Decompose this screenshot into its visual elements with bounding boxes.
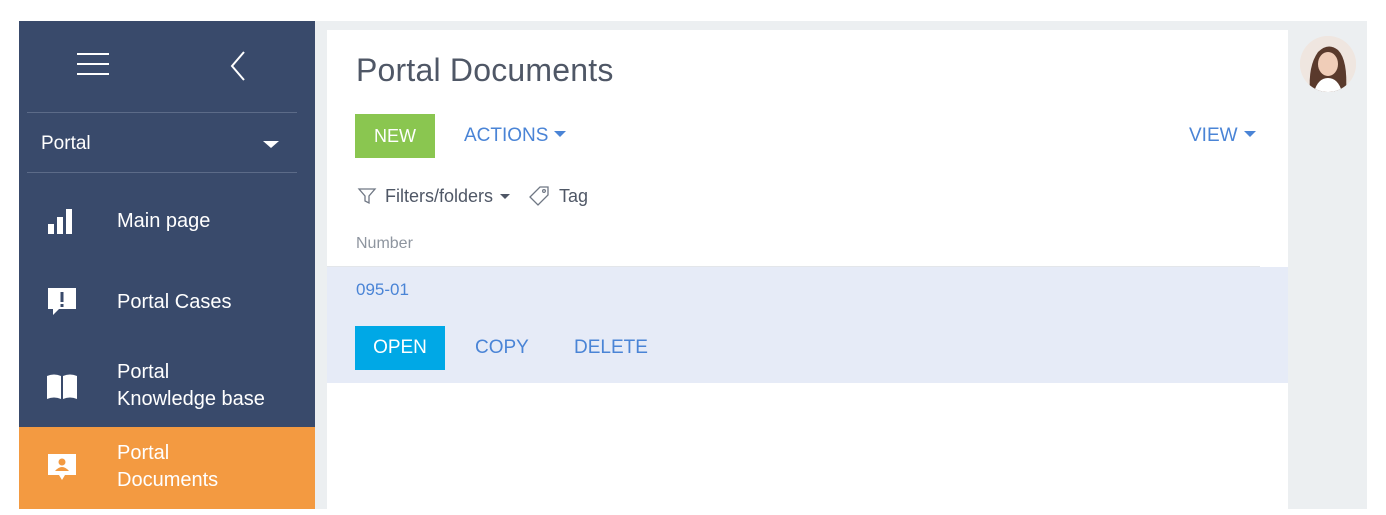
sidebar-item-portal-documents[interactable]: Portal Documents [19, 427, 315, 509]
delete-button[interactable]: DELETE [574, 337, 648, 359]
book-icon [45, 370, 79, 404]
chevron-down-icon [263, 141, 279, 148]
sidebar-item-label: Portal Knowledge base [117, 361, 265, 410]
workplace-label: Portal [41, 133, 91, 154]
sidebar-item-label: Portal Documents [117, 442, 219, 491]
workplace-selector[interactable]: Portal [19, 113, 315, 173]
chevron-down-icon [1243, 131, 1256, 138]
document-person-icon [45, 450, 79, 484]
avatar[interactable] [1300, 36, 1356, 92]
collapse-sidebar-icon[interactable] [224, 49, 252, 83]
document-number-link[interactable]: 095-01 [356, 280, 409, 300]
copy-button[interactable]: COPY [475, 337, 529, 359]
filter-bar: Filters/folders Tag [357, 182, 588, 210]
tag-icon [528, 185, 550, 207]
sidebar-item-main-page[interactable]: Main page [19, 182, 315, 262]
sidebar-header [19, 21, 315, 112]
menu-icon[interactable] [77, 51, 109, 77]
sidebar-item-label: Main page [117, 210, 211, 232]
filter-folder-icon [357, 186, 377, 206]
speech-exclamation-icon [45, 285, 79, 319]
sidebar-item-portal-cases[interactable]: Portal Cases [19, 263, 315, 343]
right-rail [1288, 21, 1367, 509]
bar-chart-icon [45, 204, 79, 238]
main-panel: Portal Documents NEW ACTIONS VIEW Filter… [327, 30, 1288, 509]
sidebar-item-label: Portal Cases [117, 291, 232, 313]
app-frame: Portal Main page Portal Cases Portal Kno… [19, 21, 1367, 509]
view-button[interactable]: VIEW [1189, 125, 1256, 147]
new-button[interactable]: NEW [355, 114, 435, 158]
filters-folders-button[interactable]: Filters/folders [357, 186, 511, 207]
sidebar: Portal Main page Portal Cases Portal Kno… [19, 21, 315, 509]
sidebar-divider [27, 172, 297, 173]
table-row[interactable]: 095-01 OPEN COPY DELETE [327, 267, 1288, 383]
column-header-number[interactable]: Number [356, 235, 413, 253]
actions-button[interactable]: ACTIONS [464, 125, 567, 147]
sidebar-item-portal-knowledge-base[interactable]: Portal Knowledge base [19, 346, 315, 426]
open-button[interactable]: OPEN [355, 326, 445, 370]
tag-button[interactable]: Tag [528, 185, 588, 207]
chevron-down-icon [500, 193, 511, 199]
page-title: Portal Documents [356, 52, 614, 88]
chevron-down-icon [554, 131, 567, 138]
